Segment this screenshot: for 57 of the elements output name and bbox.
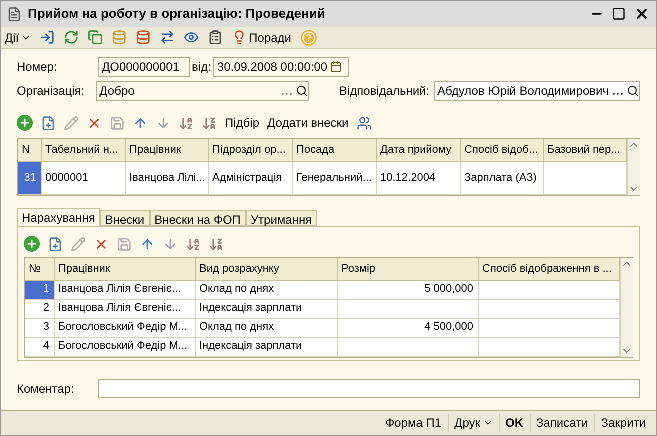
row-number-cell: 4: [25, 337, 54, 356]
column-header[interactable]: Підрозділ ор...: [208, 139, 292, 161]
tips-button[interactable]: Поради: [232, 28, 292, 46]
date-field[interactable]: 30.09.2008 00:00:00: [213, 57, 350, 77]
footer-button[interactable]: Друк: [448, 414, 499, 432]
table-cell: Іванцова Лілі...: [125, 161, 208, 194]
table-cell: Оклад по днях: [195, 318, 337, 337]
table-cell: Індексація зарплати: [195, 337, 337, 356]
number-label: Номер:: [17, 59, 58, 76]
row-number-cell: 3: [25, 318, 54, 337]
table-cell: 0000001: [41, 161, 125, 194]
column-header[interactable]: Працівник: [125, 139, 208, 161]
number-field[interactable]: ДО000000001: [98, 57, 190, 77]
tab[interactable]: Нарахування: [17, 208, 100, 226]
column-header[interactable]: Посада: [292, 139, 376, 161]
date-label: від:: [192, 59, 212, 76]
pick-button[interactable]: Підбір: [225, 114, 260, 132]
column-header[interactable]: Базовий пер...: [543, 139, 626, 161]
tab[interactable]: Утримання: [246, 210, 318, 226]
organization-label: Організація:: [17, 83, 86, 100]
responsible-label: Відповідальний:: [339, 83, 430, 100]
table-cell: 5 000,000: [337, 280, 478, 299]
row-number-cell: 31: [18, 161, 41, 194]
table-cell: Індексація зарплати: [195, 299, 337, 318]
tab[interactable]: Внески: [100, 210, 150, 226]
ok-button[interactable]: OK: [498, 414, 530, 432]
table-cell: Зарплата (АЗ): [460, 161, 543, 194]
actions-menu[interactable]: Дії: [5, 28, 32, 46]
comment-label: Коментар:: [17, 380, 76, 398]
table-cell: Іванцова Лілія Євгеніє...: [54, 299, 195, 318]
table-cell: 4 500,000: [337, 318, 478, 337]
footer-button[interactable]: Записати: [530, 414, 594, 432]
column-header[interactable]: Табельний н...: [41, 139, 125, 161]
column-header[interactable]: Дата прийому: [376, 139, 460, 161]
column-header[interactable]: №: [25, 258, 54, 280]
column-header[interactable]: Спосіб відоб...: [460, 139, 543, 161]
footer-button[interactable]: Форма П1: [380, 414, 448, 432]
table-cell: Генеральний...: [292, 161, 376, 194]
tab[interactable]: Внески на ФОП: [150, 210, 246, 226]
table-cell: 10.12.2004: [376, 161, 460, 194]
footer-button[interactable]: Закрити: [594, 414, 652, 432]
column-header[interactable]: Працівник: [54, 258, 195, 280]
row-number-cell: 1: [25, 280, 54, 299]
column-header[interactable]: Вид розрахунку: [195, 258, 337, 280]
row-number-cell: 2: [25, 299, 54, 318]
column-header[interactable]: Спосіб відображення в ...: [478, 258, 619, 280]
table-cell: Адміністрація: [208, 161, 292, 194]
table-cell: Богословський Федір М...: [54, 337, 195, 356]
responsible-field[interactable]: Абдулов Юрій Володимирович: [434, 81, 640, 101]
organization-field[interactable]: Добро: [96, 81, 310, 101]
table-cell: Оклад по днях: [195, 280, 337, 299]
table-cell: Богословський Федір М...: [54, 318, 195, 337]
window-title: Прийом на роботу в організацію: Проведений: [28, 5, 326, 24]
column-header[interactable]: Розмір: [337, 258, 478, 280]
column-header[interactable]: N: [18, 139, 41, 161]
table-cell: Іванцова Лілія Євгеніє...: [54, 280, 195, 299]
add-contributions-button[interactable]: Додати внески: [268, 114, 349, 132]
